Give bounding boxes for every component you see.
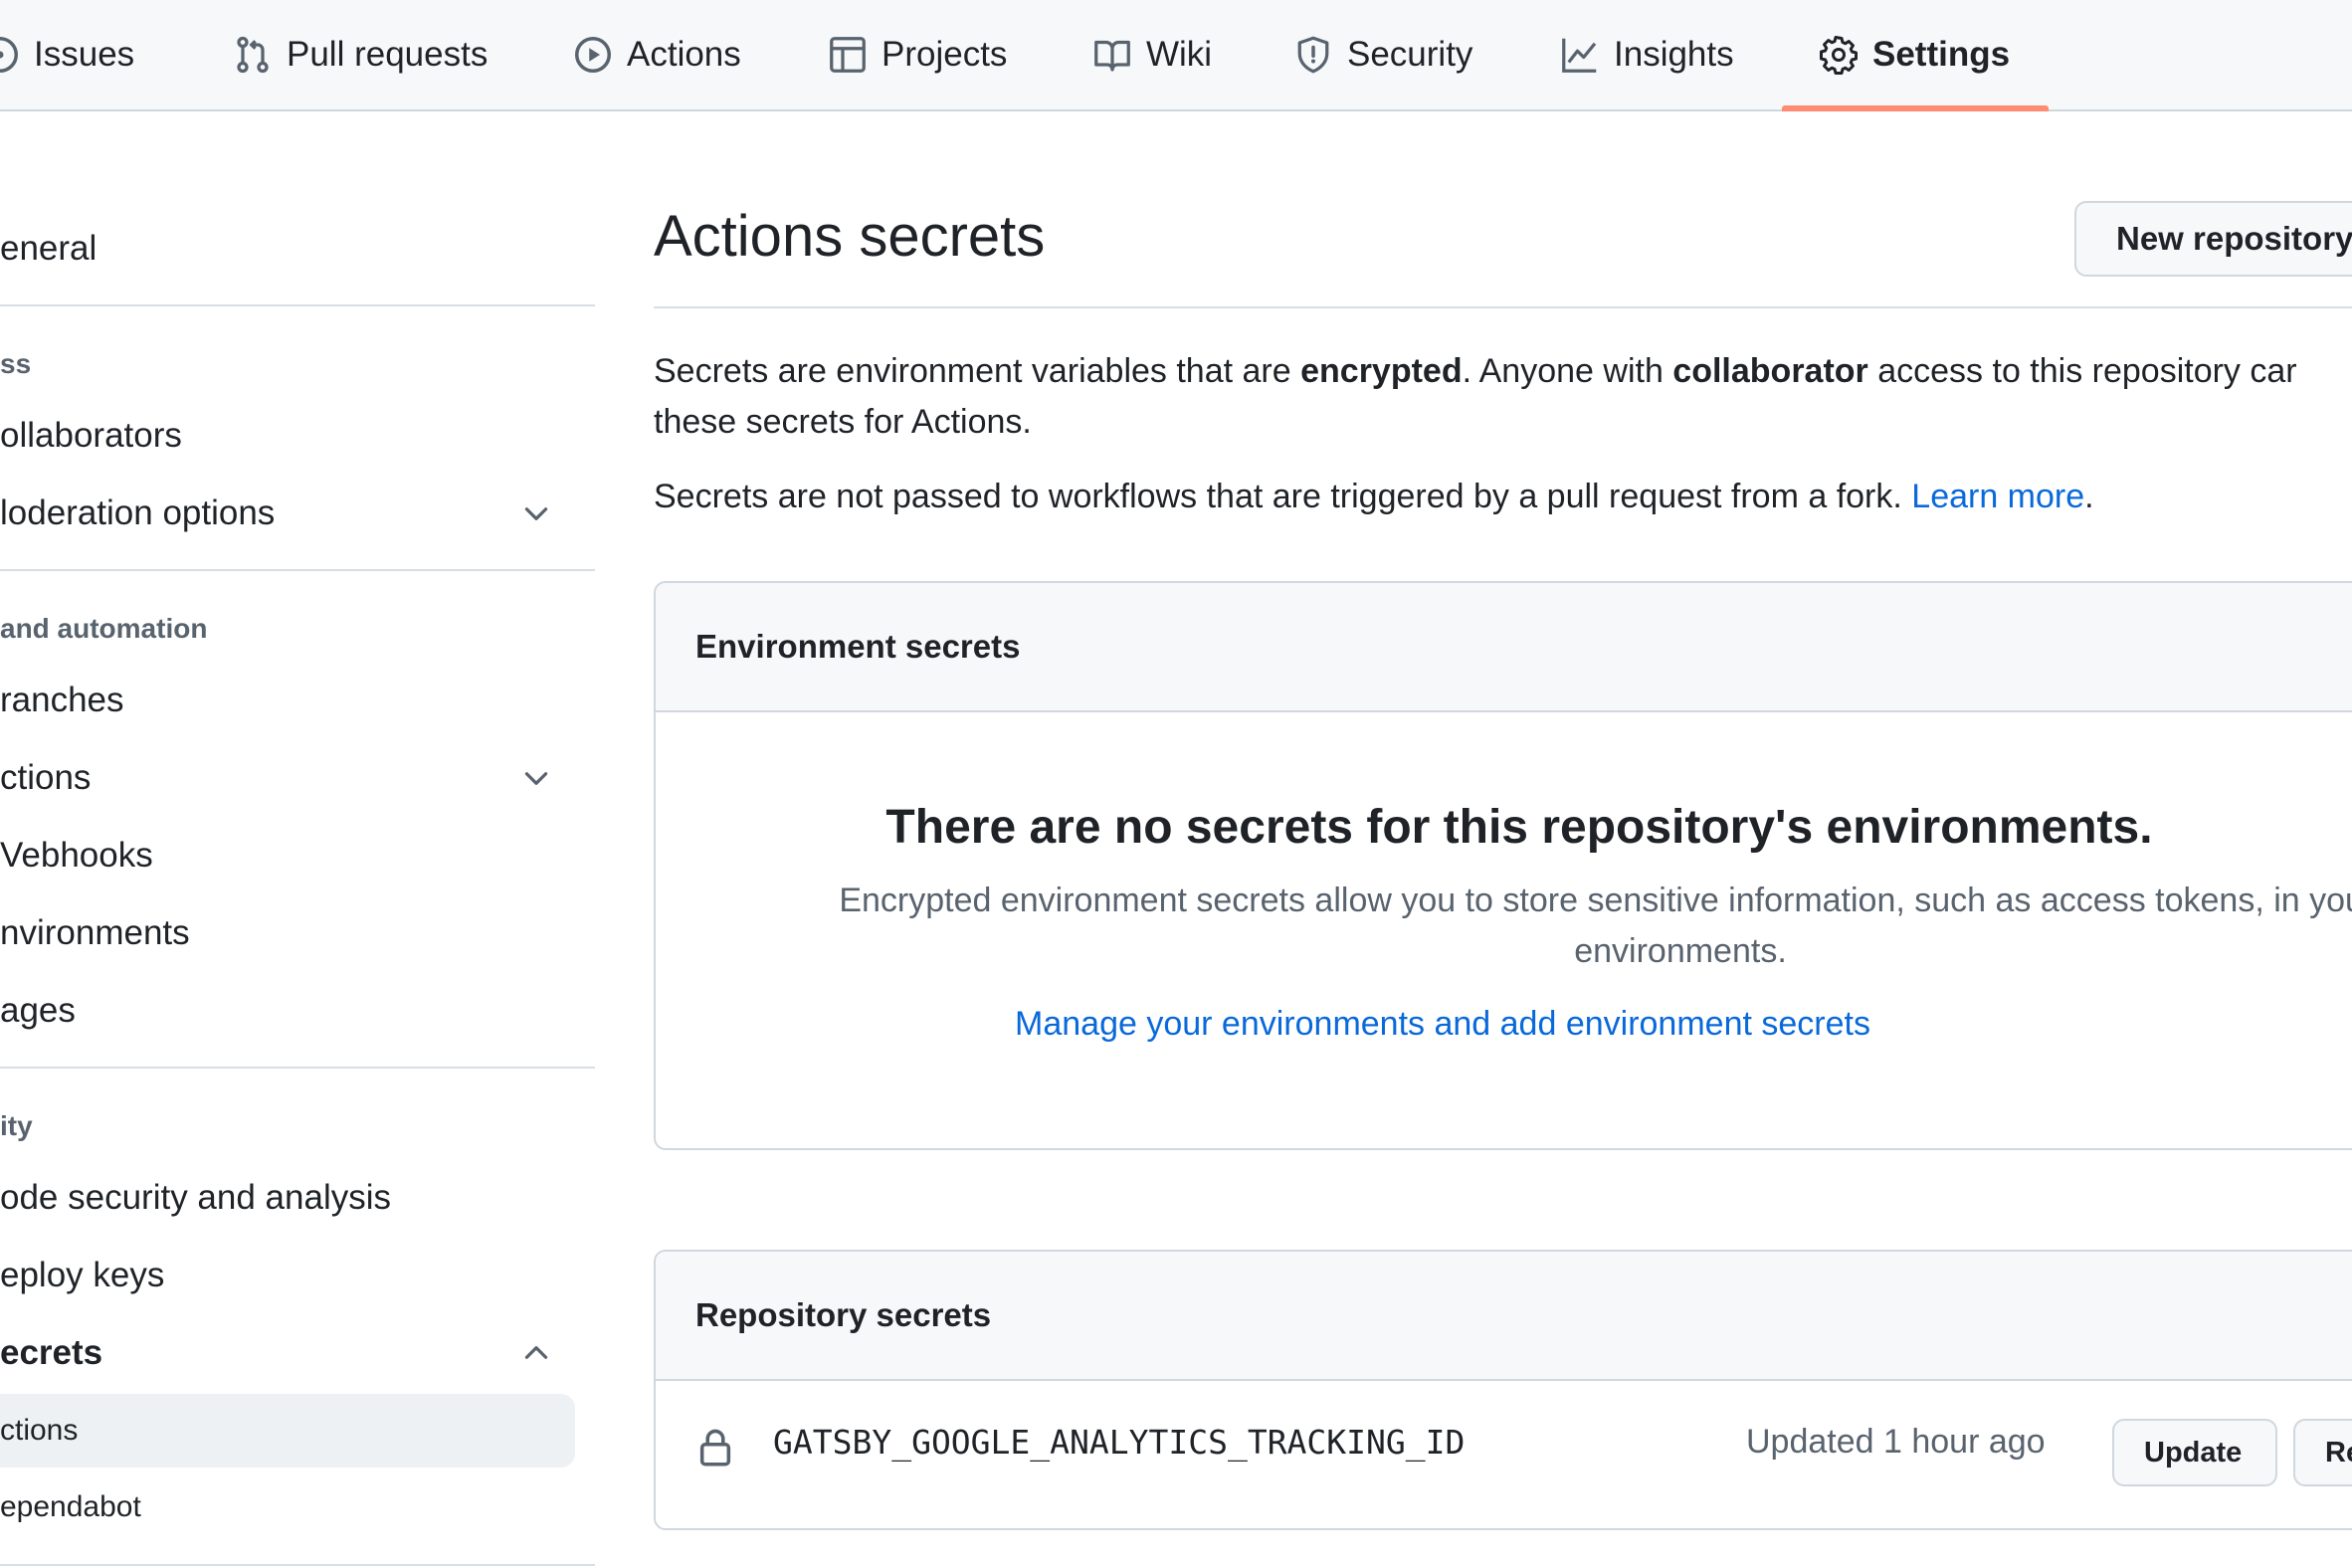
tab-insights[interactable]: Insights xyxy=(1560,0,1734,109)
tab-security-label: Security xyxy=(1347,35,1473,74)
environment-secrets-box: Environment secrets There are no secrets… xyxy=(654,581,2352,1150)
sidebar-item-moderation-options[interactable]: loderation options xyxy=(0,478,567,549)
sidebar-heading-access: ss xyxy=(0,348,32,379)
title-divider xyxy=(654,306,2352,308)
settings-sidebar: eneral ss ollaborators loderation option… xyxy=(0,111,597,1568)
pull-request-icon xyxy=(233,35,273,75)
desc-text-line2: these secrets for Actions. xyxy=(654,403,1032,441)
selected-tab-indicator xyxy=(1782,105,2049,111)
learn-more-link[interactable]: Learn more xyxy=(1911,478,2084,515)
fork-note-period: . xyxy=(2084,478,2094,515)
sidebar-item-label: ctions xyxy=(0,1414,79,1447)
repository-secrets-header: Repository secrets xyxy=(656,1252,2352,1381)
sidebar-item-label: eploy keys xyxy=(0,1256,165,1294)
shield-icon xyxy=(1293,35,1333,75)
table-icon xyxy=(828,35,868,75)
sidebar-subitem-secrets-dependabot[interactable]: ependabot xyxy=(0,1470,575,1544)
sidebar-item-label: nvironments xyxy=(0,913,190,952)
sidebar-item-label: ollaborators xyxy=(0,416,182,455)
secrets-description: Secrets are environment variables that a… xyxy=(654,346,2352,448)
sidebar-item-label: ctions xyxy=(0,758,92,797)
secret-row: GATSBY_GOOGLE_ANALYTICS_TRACKING_ID Upda… xyxy=(656,1381,2352,1528)
environment-secrets-header: Environment secrets xyxy=(656,583,2352,712)
sidebar-heading-security: ity xyxy=(0,1110,33,1141)
tab-pull-requests[interactable]: Pull requests xyxy=(233,0,488,109)
tab-insights-label: Insights xyxy=(1614,35,1734,74)
chevron-down-icon xyxy=(519,761,553,795)
sidebar-subitem-secrets-actions[interactable]: ctions xyxy=(0,1394,575,1468)
sidebar-item-pages[interactable]: ages xyxy=(0,975,567,1047)
desc-text: . Anyone with xyxy=(1462,352,1673,390)
manage-environments-link[interactable]: Manage your environments and add environ… xyxy=(656,1005,2352,1044)
lock-icon xyxy=(697,1427,733,1467)
tab-pull-requests-label: Pull requests xyxy=(287,35,489,74)
sidebar-divider xyxy=(0,1067,595,1069)
tab-wiki[interactable]: Wiki xyxy=(1092,0,1212,109)
tab-settings[interactable]: Settings xyxy=(1819,0,2010,109)
tab-projects[interactable]: Projects xyxy=(828,0,1007,109)
book-icon xyxy=(1092,35,1132,75)
gear-icon xyxy=(1819,35,1859,75)
sidebar-heading-code-automation: and automation xyxy=(0,613,208,644)
sidebar-item-actions[interactable]: ctions xyxy=(0,742,567,814)
sidebar-item-label: ecrets xyxy=(0,1333,103,1372)
sidebar-item-collaborators[interactable]: ollaborators xyxy=(0,400,567,472)
desc-text: Secrets are environment variables that a… xyxy=(654,352,1301,390)
chevron-up-icon xyxy=(519,1336,553,1370)
sidebar-item-general[interactable]: eneral xyxy=(0,213,567,285)
sidebar-item-code-security[interactable]: ode security and analysis xyxy=(0,1162,567,1234)
sidebar-divider xyxy=(0,304,595,306)
remove-secret-button[interactable]: Re xyxy=(2293,1419,2352,1486)
desc-text: access to this repository car xyxy=(1867,352,2297,390)
secret-name: GATSBY_GOOGLE_ANALYTICS_TRACKING_ID xyxy=(773,1423,1466,1462)
sidebar-item-label: eneral xyxy=(0,229,98,268)
sidebar-divider xyxy=(0,569,595,571)
sidebar-item-label: Vebhooks xyxy=(0,836,153,875)
sidebar-item-label: ages xyxy=(0,991,76,1030)
tab-wiki-label: Wiki xyxy=(1146,35,1213,74)
desc-bold-collaborator: collaborator xyxy=(1672,352,1868,390)
environment-secrets-blank-title: There are no secrets for this repository… xyxy=(885,801,2153,854)
tab-actions-label: Actions xyxy=(627,35,741,74)
sidebar-item-secrets[interactable]: ecrets xyxy=(0,1317,567,1389)
sidebar-item-label: loderation options xyxy=(0,493,276,532)
fork-note: Secrets are not passed to workflows that… xyxy=(654,472,2352,522)
environment-secrets-blank-description: Encrypted environment secrets allow you … xyxy=(839,882,2352,970)
chevron-down-icon xyxy=(519,496,553,530)
issue-circle-icon xyxy=(0,35,20,75)
tab-security[interactable]: Security xyxy=(1293,0,1472,109)
sidebar-item-deploy-keys[interactable]: eploy keys xyxy=(0,1240,567,1311)
sidebar-item-webhooks[interactable]: Vebhooks xyxy=(0,820,567,891)
repository-secrets-box: Repository secrets GATSBY_GOOGLE_ANALYTI… xyxy=(654,1250,2352,1530)
fork-note-text: Secrets are not passed to workflows that… xyxy=(654,478,1912,515)
tab-projects-label: Projects xyxy=(882,35,1008,74)
sidebar-item-label: ranches xyxy=(0,681,124,719)
new-repository-secret-button[interactable]: New repository xyxy=(2074,201,2352,277)
sidebar-item-environments[interactable]: nvironments xyxy=(0,897,567,969)
sidebar-item-label: ode security and analysis xyxy=(0,1178,391,1217)
tab-actions[interactable]: Actions xyxy=(573,0,741,109)
update-secret-button[interactable]: Update xyxy=(2112,1419,2277,1486)
graph-icon xyxy=(1560,35,1600,75)
play-circle-icon xyxy=(573,35,613,75)
page-title: Actions secrets xyxy=(654,204,1046,269)
repo-nav: Issues Pull requests Actions Projects Wi… xyxy=(0,0,2352,111)
sidebar-item-label: ependabot xyxy=(0,1490,141,1523)
sidebar-divider xyxy=(0,1564,595,1566)
tab-issues[interactable]: Issues xyxy=(0,0,134,109)
tab-issues-label: Issues xyxy=(34,35,135,74)
tab-settings-label: Settings xyxy=(1872,35,2011,74)
desc-bold-encrypted: encrypted xyxy=(1300,352,1463,390)
secret-updated-time: Updated 1 hour ago xyxy=(1746,1423,2046,1461)
sidebar-item-branches[interactable]: ranches xyxy=(0,665,567,736)
